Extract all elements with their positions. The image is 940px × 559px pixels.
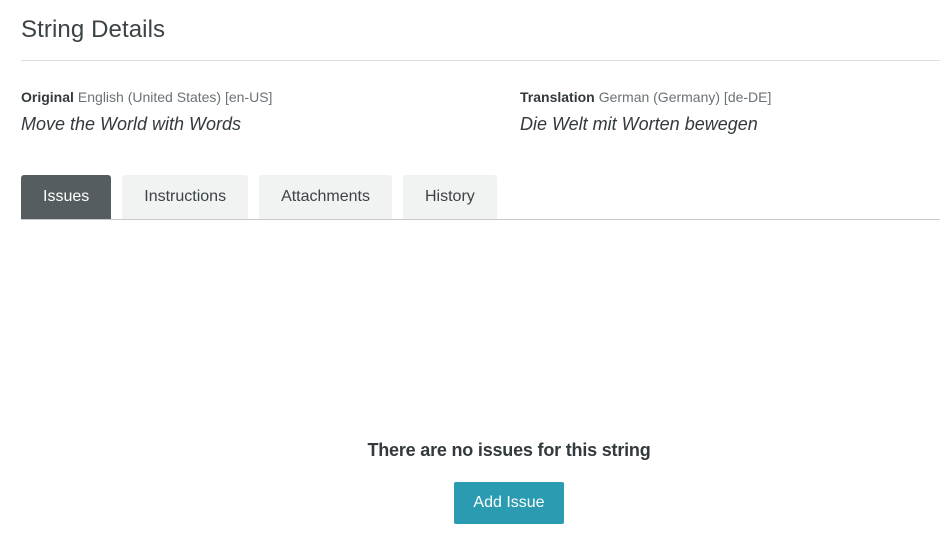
page-title: String Details	[21, 16, 166, 43]
tabs-underline	[21, 219, 940, 220]
translation-locale: German (Germany) [de-DE]	[598, 89, 772, 105]
original-header: Original English (United States) [en-US]	[21, 88, 272, 106]
tab-bar: Issues Instructions Attachments History	[21, 175, 497, 219]
tab-history[interactable]: History	[403, 175, 497, 219]
translation-section: Translation German (Germany) [de-DE] Die …	[520, 88, 771, 135]
tab-issues[interactable]: Issues	[21, 175, 112, 219]
title-divider	[21, 60, 940, 61]
original-label: Original	[21, 89, 74, 105]
original-locale: English (United States) [en-US]	[77, 89, 273, 105]
tab-attachments[interactable]: Attachments	[259, 175, 392, 219]
translation-label: Translation	[520, 89, 595, 105]
issues-empty-state: There are no issues for this string Add …	[21, 440, 940, 524]
translation-header: Translation German (Germany) [de-DE]	[520, 88, 771, 106]
translation-text: Die Welt mit Worten bewegen	[520, 114, 758, 134]
tab-instructions[interactable]: Instructions	[122, 175, 249, 219]
original-section: Original English (United States) [en-US] …	[21, 88, 272, 135]
string-details-panel: String Details Original English (United S…	[0, 0, 940, 559]
add-issue-button[interactable]: Add Issue	[454, 482, 564, 524]
empty-issues-message: There are no issues for this string	[367, 440, 651, 460]
original-text: Move the World with Words	[21, 114, 242, 134]
